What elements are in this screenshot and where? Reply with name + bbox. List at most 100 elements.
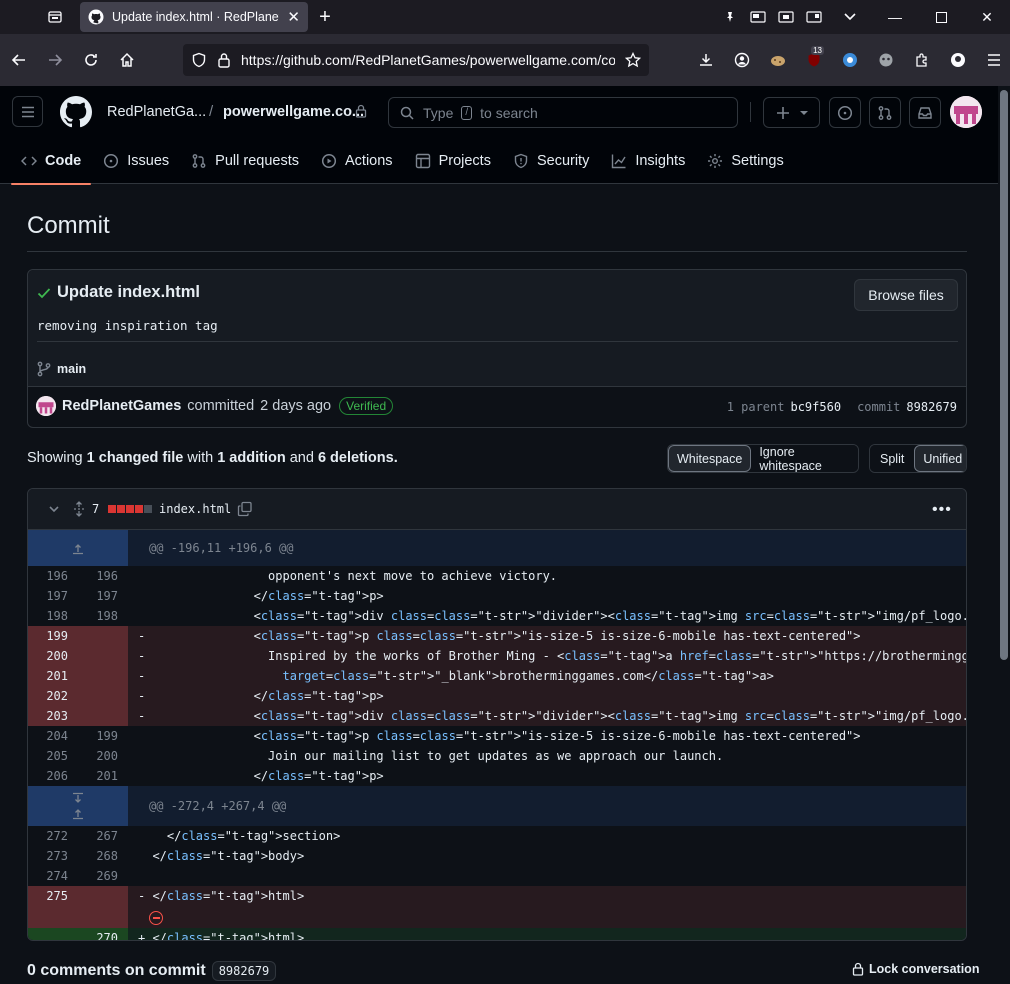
ublock-icon[interactable]: 13 xyxy=(796,42,832,78)
create-new-button[interactable] xyxy=(763,97,820,128)
list-all-tabs-icon[interactable] xyxy=(828,0,872,34)
old-line-number[interactable]: 275 xyxy=(28,886,78,928)
breadcrumb-owner[interactable]: RedPlanetGa... xyxy=(107,104,206,120)
github-logo-icon[interactable] xyxy=(60,96,92,128)
chevron-down-icon[interactable] xyxy=(48,503,60,515)
old-line-number[interactable]: 274 xyxy=(28,866,78,886)
reload-icon[interactable] xyxy=(73,42,109,78)
extension-cookie-icon[interactable] xyxy=(760,42,796,78)
new-line-number[interactable]: 197 xyxy=(78,586,128,606)
picture-in-picture-icon[interactable] xyxy=(744,0,772,34)
inbox-icon[interactable] xyxy=(909,97,941,128)
maximize-icon[interactable] xyxy=(918,0,964,34)
commit-author-link[interactable]: RedPlanetGames xyxy=(62,398,181,414)
pin-icon[interactable] xyxy=(716,0,744,34)
tab-security[interactable]: Security xyxy=(503,138,599,184)
unfold-icon[interactable] xyxy=(72,501,86,517)
unified-view-button[interactable]: Unified xyxy=(914,445,966,472)
expand-up-button[interactable] xyxy=(28,530,128,566)
new-line-number[interactable]: 267 xyxy=(78,826,128,846)
close-window-icon[interactable]: ✕ xyxy=(964,0,1010,34)
file-name-link[interactable]: index.html xyxy=(159,502,231,516)
new-line-number[interactable] xyxy=(78,666,128,686)
commit-time[interactable]: 2 days ago xyxy=(260,398,331,414)
tab-actions[interactable]: Actions xyxy=(311,138,403,184)
minimize-icon[interactable]: — xyxy=(872,0,918,34)
new-line-number[interactable]: 269 xyxy=(78,866,128,886)
old-line-number[interactable]: 200 xyxy=(28,646,78,666)
whitespace-button[interactable]: Whitespace xyxy=(668,445,752,472)
breadcrumb-repo[interactable]: powerwellgame.co... xyxy=(223,104,364,120)
home-icon[interactable] xyxy=(109,42,145,78)
bookmark-star-icon[interactable] xyxy=(625,52,641,68)
changed-files-link[interactable]: 1 changed file xyxy=(87,450,184,466)
verified-badge[interactable]: Verified xyxy=(339,397,394,415)
avatar[interactable] xyxy=(36,396,56,416)
new-line-number[interactable] xyxy=(78,886,128,928)
new-line-number[interactable]: 199 xyxy=(78,726,128,746)
tab-settings[interactable]: Settings xyxy=(697,138,793,184)
split-view-button[interactable]: Split xyxy=(870,445,915,472)
page-scrollbar-thumb[interactable] xyxy=(1000,90,1008,660)
new-line-number[interactable] xyxy=(78,706,128,726)
browser-tab-active[interactable]: Update index.html · RedPlanetGames/power… xyxy=(80,2,308,32)
account-icon[interactable] xyxy=(724,42,760,78)
old-line-number[interactable]: 272 xyxy=(28,826,78,846)
pull-requests-icon[interactable] xyxy=(869,97,901,128)
old-line-number[interactable]: 201 xyxy=(28,666,78,686)
new-tab-icon[interactable]: + xyxy=(312,4,338,30)
parent-sha-link[interactable]: bc9f560 xyxy=(790,400,841,414)
app-menu-icon[interactable] xyxy=(976,42,1010,78)
old-line-number[interactable]: 196 xyxy=(28,566,78,586)
new-line-number[interactable] xyxy=(78,626,128,646)
new-line-number[interactable]: 201 xyxy=(78,766,128,786)
browse-files-button[interactable]: Browse files xyxy=(854,279,958,311)
new-line-number[interactable]: 270 xyxy=(78,928,128,940)
old-line-number[interactable]: 202 xyxy=(28,686,78,706)
ignore-whitespace-button[interactable]: Ignore whitespace xyxy=(751,445,858,472)
extension-globe-icon[interactable] xyxy=(832,42,868,78)
old-line-number[interactable]: 204 xyxy=(28,726,78,746)
extensions-puzzle-icon[interactable] xyxy=(904,42,940,78)
downloads-icon[interactable] xyxy=(688,42,724,78)
avatar[interactable] xyxy=(950,96,982,128)
old-line-number[interactable]: 203 xyxy=(28,706,78,726)
old-line-number[interactable]: 197 xyxy=(28,586,78,606)
new-line-number[interactable]: 198 xyxy=(78,606,128,626)
forward-icon[interactable] xyxy=(37,42,73,78)
shield-icon[interactable] xyxy=(191,52,207,68)
old-line-number[interactable]: 198 xyxy=(28,606,78,626)
old-line-number[interactable] xyxy=(28,928,78,940)
address-bar[interactable]: https://github.com/RedPlanetGames/powerw… xyxy=(183,44,649,76)
lock-conversation-button[interactable]: Lock conversation xyxy=(852,962,979,976)
old-line-number[interactable]: 199 xyxy=(28,626,78,646)
expand-both-button[interactable] xyxy=(28,786,128,826)
reader-view-icon[interactable] xyxy=(800,0,828,34)
new-line-number[interactable]: 200 xyxy=(78,746,128,766)
new-line-number[interactable] xyxy=(78,686,128,706)
profile-icon[interactable] xyxy=(940,42,976,78)
tab-projects[interactable]: Projects xyxy=(405,138,501,184)
old-line-number[interactable]: 206 xyxy=(28,766,78,786)
branch-label[interactable]: main xyxy=(37,361,86,377)
kebab-horizontal-icon[interactable]: ••• xyxy=(932,501,952,519)
old-line-number[interactable]: 273 xyxy=(28,846,78,866)
tab-overview-icon[interactable] xyxy=(38,0,72,34)
extension-mask-icon[interactable] xyxy=(868,42,904,78)
screenshot-icon[interactable] xyxy=(772,0,800,34)
issues-icon[interactable] xyxy=(829,97,861,128)
new-line-number[interactable]: 268 xyxy=(78,846,128,866)
padlock-icon[interactable] xyxy=(217,52,231,68)
copy-icon[interactable] xyxy=(237,501,253,517)
new-line-number[interactable] xyxy=(78,646,128,666)
menu-icon[interactable] xyxy=(12,96,43,127)
search-input[interactable]: Type / to search xyxy=(388,97,738,128)
tab-pull-requests[interactable]: Pull requests xyxy=(181,138,309,184)
old-line-number[interactable]: 205 xyxy=(28,746,78,766)
back-icon[interactable] xyxy=(1,42,37,78)
close-tab-icon[interactable]: ✕ xyxy=(287,8,300,26)
new-line-number[interactable]: 196 xyxy=(78,566,128,586)
tab-issues[interactable]: Issues xyxy=(93,138,179,184)
tab-code[interactable]: Code xyxy=(11,138,92,185)
tab-insights[interactable]: Insights xyxy=(601,138,695,184)
